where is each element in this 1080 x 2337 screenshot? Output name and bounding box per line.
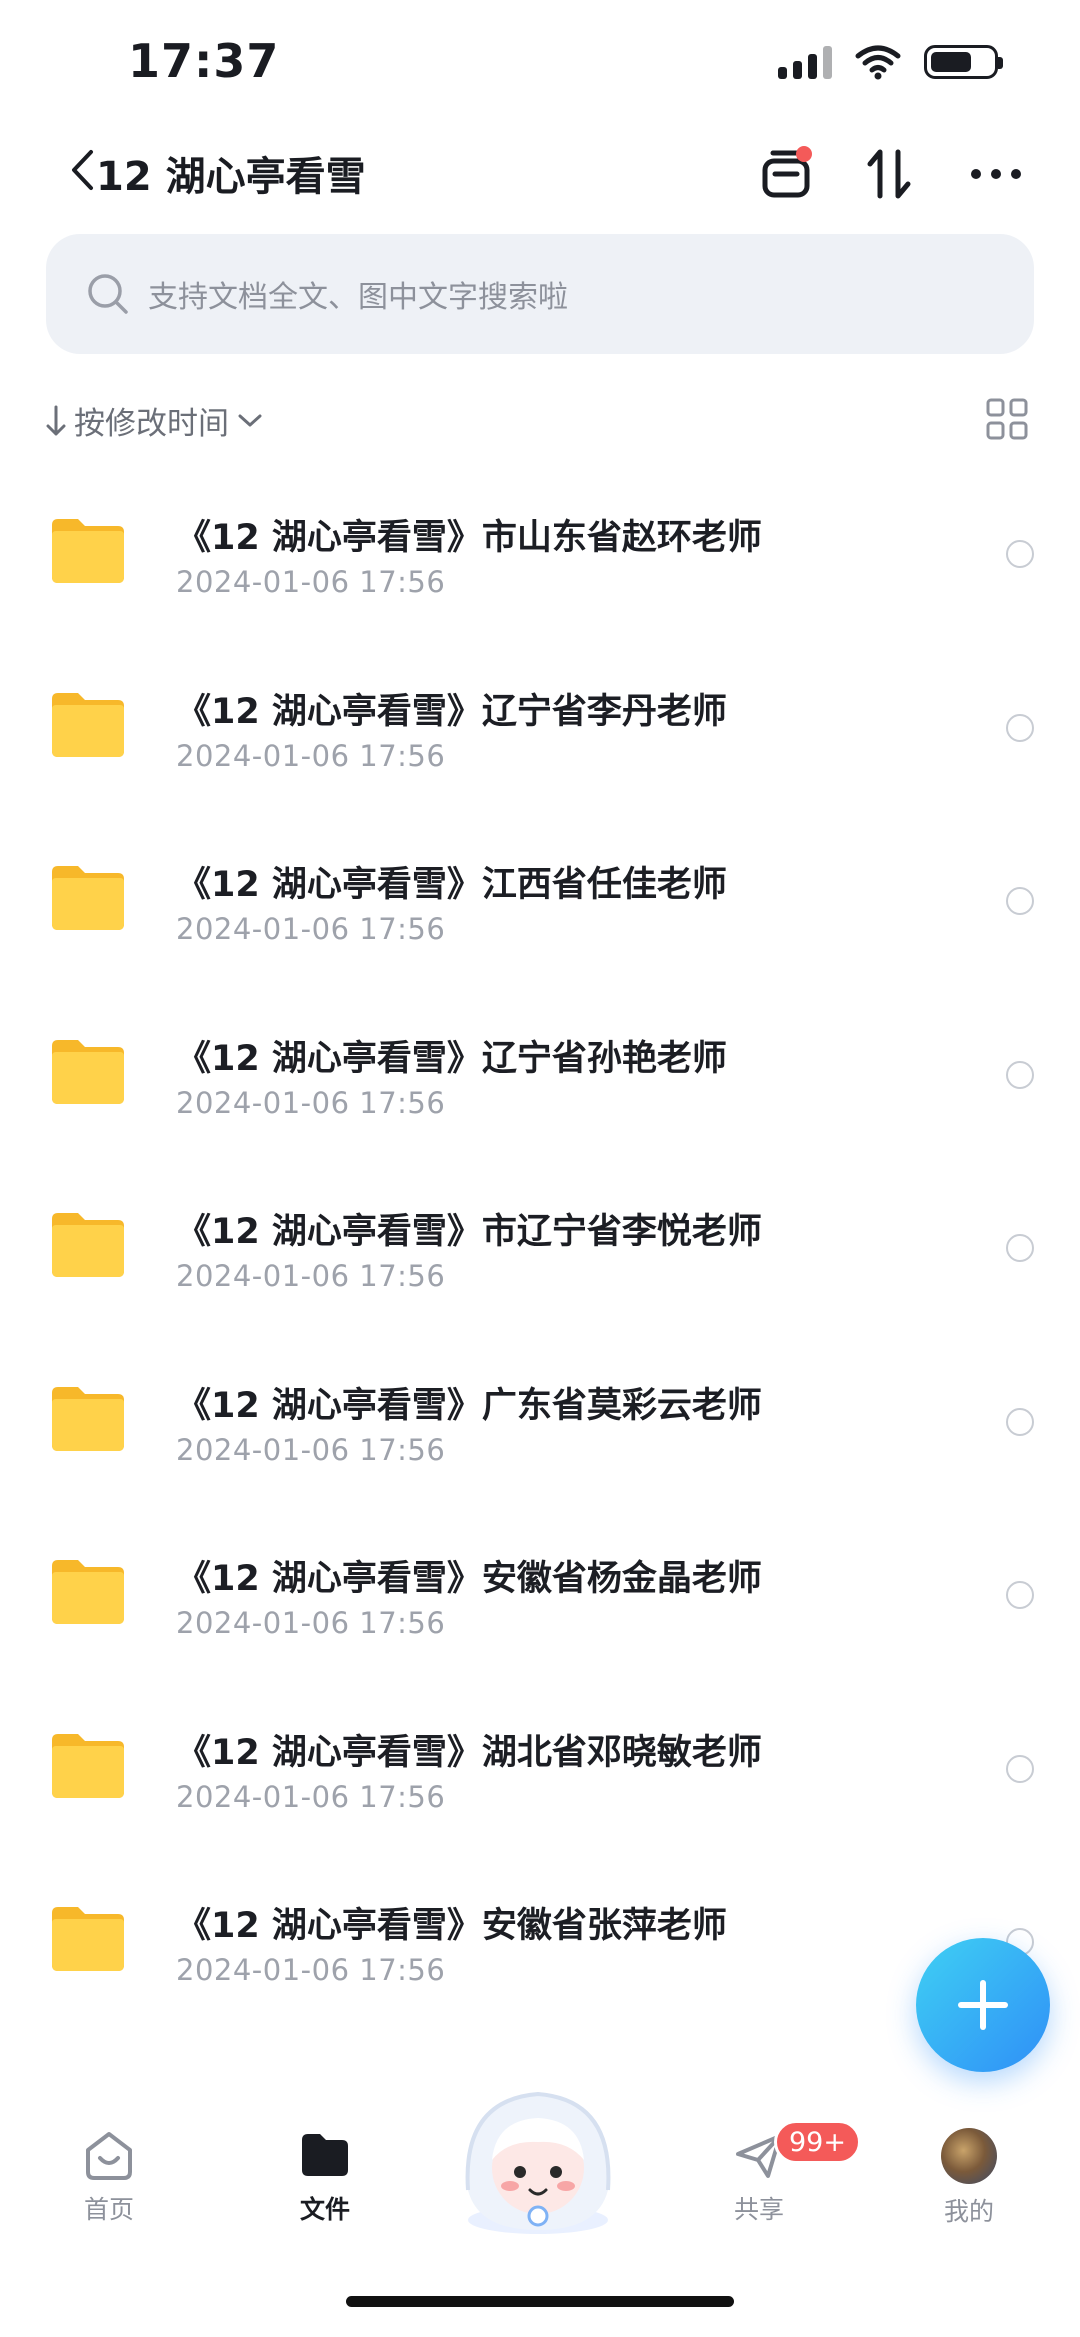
home-icon bbox=[86, 2132, 132, 2180]
folder-icon bbox=[52, 1907, 124, 1971]
list-item[interactable]: 《12 湖心亭看雪》江西省任佳老师 2024-01-06 17:56 bbox=[0, 812, 1080, 986]
file-date: 2024-01-06 17:56 bbox=[176, 1953, 446, 1987]
select-radio[interactable] bbox=[1006, 1060, 1034, 1089]
assistant-mascot-icon[interactable] bbox=[448, 2080, 628, 2240]
home-indicator bbox=[346, 2296, 734, 2307]
list-item[interactable]: 《12 湖心亭看雪》安徽省杨金晶老师 2024-01-06 17:56 bbox=[0, 1506, 1080, 1680]
sort-label: 按修改时间 bbox=[74, 406, 229, 442]
folder-icon bbox=[52, 866, 124, 930]
file-name: 《12 湖心亭看雪》湖北省邓晓敏老师 bbox=[176, 1732, 762, 1773]
nav-home-label: 首页 bbox=[83, 2195, 134, 2224]
search-input[interactable]: 支持文档全文、图中文字搜索啦 bbox=[46, 234, 1034, 354]
file-date: 2024-01-06 17:56 bbox=[176, 1779, 446, 1814]
nav-mine[interactable]: 我的 bbox=[894, 2128, 1044, 2228]
select-radio[interactable] bbox=[1006, 1754, 1034, 1783]
more-dots-icon bbox=[971, 169, 1021, 179]
status-time: 17:37 bbox=[128, 34, 280, 88]
file-name: 《12 湖心亭看雪》广东省莫彩云老师 bbox=[176, 1385, 762, 1426]
battery-icon bbox=[924, 45, 1003, 79]
file-date: 2024-01-06 17:56 bbox=[176, 1259, 446, 1293]
grid-view-icon bbox=[986, 398, 1028, 440]
file-list: 《12 湖心亭看雪》市山东省赵环老师 2024-01-06 17:56 《12 … bbox=[0, 465, 1080, 2027]
search-placeholder: 支持文档全文、图中文字搜索啦 bbox=[148, 280, 568, 315]
select-radio[interactable] bbox=[1006, 713, 1034, 742]
folder-icon bbox=[52, 692, 124, 757]
sort-dropdown[interactable]: 按修改时间 bbox=[46, 398, 263, 443]
transfer-list-button[interactable] bbox=[754, 142, 818, 206]
arrow-down-icon bbox=[46, 405, 66, 435]
select-radio[interactable] bbox=[1006, 1407, 1034, 1436]
file-name: 《12 湖心亭看雪》辽宁省李丹老师 bbox=[176, 691, 727, 732]
file-name: 《12 湖心亭看雪》安徽省杨金晶老师 bbox=[176, 1559, 762, 1599]
folder-icon bbox=[52, 1560, 124, 1624]
plus-icon bbox=[958, 1980, 1008, 2030]
file-date: 2024-01-06 17:56 bbox=[176, 738, 446, 773]
cellular-signal-icon bbox=[778, 45, 832, 79]
search-icon bbox=[88, 274, 128, 314]
grid-view-button[interactable] bbox=[984, 396, 1030, 442]
list-item[interactable]: 《12 湖心亭看雪》辽宁省孙艳老师 2024-01-06 17:56 bbox=[0, 986, 1080, 1160]
list-item[interactable]: 《12 湖心亭看雪》市山东省赵环老师 2024-01-06 17:56 bbox=[0, 465, 1080, 639]
file-name: 《12 湖心亭看雪》安徽省张萍老师 bbox=[176, 1906, 727, 1946]
list-item[interactable]: 《12 湖心亭看雪》广东省莫彩云老师 2024-01-06 17:56 bbox=[0, 1333, 1080, 1507]
nav-files[interactable]: 文件 bbox=[250, 2128, 400, 2226]
list-item[interactable]: 《12 湖心亭看雪》辽宁省李丹老师 2024-01-06 17:56 bbox=[0, 639, 1080, 813]
file-date: 2024-01-06 17:56 bbox=[176, 1432, 446, 1467]
folder-icon bbox=[52, 519, 124, 583]
nav-files-label: 文件 bbox=[299, 2195, 350, 2224]
file-name: 《12 湖心亭看雪》市辽宁省李悦老师 bbox=[176, 1212, 762, 1252]
chevron-left-icon bbox=[72, 150, 93, 190]
select-radio[interactable] bbox=[1006, 1234, 1034, 1262]
file-date: 2024-01-06 17:56 bbox=[176, 565, 446, 599]
file-name: 《12 湖心亭看雪》辽宁省孙艳老师 bbox=[176, 1038, 727, 1079]
folder-icon bbox=[52, 1733, 124, 1798]
folder-icon bbox=[52, 1386, 124, 1451]
status-icons bbox=[778, 44, 1003, 80]
file-name: 《12 湖心亭看雪》江西省任佳老师 bbox=[176, 865, 727, 905]
list-item[interactable]: 《12 湖心亭看雪》湖北省邓晓敏老师 2024-01-06 17:56 bbox=[0, 1680, 1080, 1854]
file-date: 2024-01-06 17:56 bbox=[176, 1606, 446, 1640]
file-date: 2024-01-06 17:56 bbox=[176, 1085, 446, 1120]
more-button[interactable] bbox=[964, 142, 1028, 206]
select-radio[interactable] bbox=[1006, 887, 1034, 915]
file-date: 2024-01-06 17:56 bbox=[176, 912, 446, 946]
add-button[interactable] bbox=[916, 1938, 1050, 2072]
notification-dot bbox=[796, 146, 812, 162]
page-title: 12 湖心亭看雪 bbox=[96, 154, 366, 200]
file-name: 《12 湖心亭看雪》市山东省赵环老师 bbox=[176, 518, 762, 558]
sort-arrows-icon bbox=[867, 149, 911, 199]
select-radio[interactable] bbox=[1006, 1581, 1034, 1609]
chevron-down-icon bbox=[238, 414, 262, 426]
nav-share-label: 共享 bbox=[733, 2195, 784, 2224]
avatar bbox=[941, 2128, 997, 2184]
folder-icon bbox=[52, 1039, 124, 1104]
list-item[interactable]: 《12 湖心亭看雪》市辽宁省李悦老师 2024-01-06 17:56 bbox=[0, 1159, 1080, 1333]
select-radio[interactable] bbox=[1006, 540, 1034, 568]
folder-filled-icon bbox=[302, 2134, 348, 2176]
nav-mine-label: 我的 bbox=[943, 2197, 994, 2226]
share-count-badge: 99+ bbox=[774, 2120, 861, 2164]
folder-icon bbox=[52, 1213, 124, 1277]
wifi-icon bbox=[855, 45, 901, 80]
sort-button[interactable] bbox=[858, 142, 922, 206]
nav-home[interactable]: 首页 bbox=[34, 2128, 184, 2226]
